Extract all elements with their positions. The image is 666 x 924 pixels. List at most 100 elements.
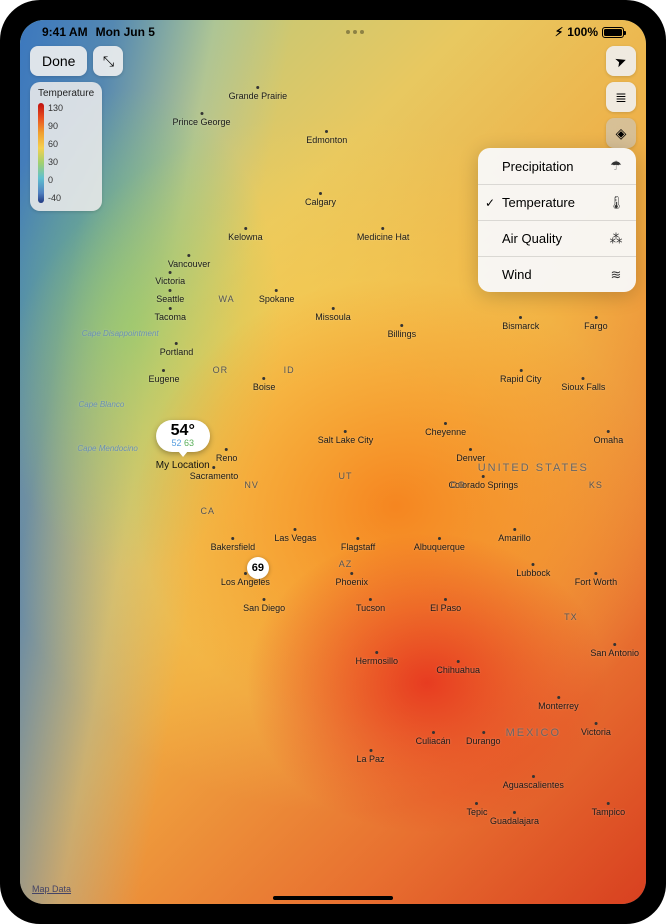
layer-option-wind[interactable]: Wind ≋ (478, 256, 636, 292)
city-label: Fort Worth (575, 577, 617, 587)
city-label: Bismarck (502, 321, 539, 331)
city-label: Phoenix (336, 577, 369, 587)
map-data-link[interactable]: Map Data (32, 884, 71, 894)
state-label: UT (339, 471, 353, 481)
city-label: Rapid City (500, 374, 542, 384)
map-layers-button[interactable]: ◈ (606, 118, 636, 148)
done-button[interactable]: Done (30, 46, 87, 76)
screen: 9:41 AM Mon Jun 5 ⚡︎ 100% Done ⤡ (20, 20, 646, 904)
city-label: Seattle (156, 294, 184, 304)
city-label: Tacoma (154, 312, 186, 322)
state-label: WA (218, 294, 234, 304)
multitask-dots[interactable] (155, 30, 555, 34)
status-bar: 9:41 AM Mon Jun 5 ⚡︎ 100% (20, 20, 646, 42)
city-label: La Paz (357, 754, 385, 764)
charging-icon: ⚡︎ (555, 25, 563, 39)
city-label: Guadalajara (490, 816, 539, 826)
list-icon: ≣ (615, 89, 627, 106)
status-date: Mon Jun 5 (96, 25, 155, 39)
city-label: Los Angeles (221, 577, 270, 587)
legend-tick: -40 (48, 193, 63, 203)
map-toolbar: Done ⤡ ➤ ≣ ◈ (30, 46, 636, 148)
city-label: Billings (388, 329, 417, 339)
pin-temperature: 69 (252, 562, 264, 574)
city-label: Sacramento (190, 471, 239, 481)
city-label: Durango (466, 736, 501, 746)
layer-label: Air Quality (502, 231, 608, 246)
layer-label: Temperature (502, 195, 608, 210)
battery-percent: 100% (567, 25, 598, 39)
checkmark-icon: ✓ (485, 196, 495, 210)
city-label: Portland (160, 347, 194, 357)
pin-hi-lo: 52 63 (166, 439, 200, 448)
layer-label: Precipitation (502, 159, 608, 174)
battery-icon (602, 27, 624, 38)
city-label: Calgary (305, 197, 336, 207)
locate-me-button[interactable]: ➤ (606, 46, 636, 76)
city-label: Culiacán (416, 736, 451, 746)
city-label: Eugene (148, 374, 179, 384)
city-label: San Diego (243, 603, 285, 613)
city-label: Tucson (356, 603, 385, 613)
city-label: Spokane (259, 294, 295, 304)
country-label: MEXICO (506, 727, 561, 739)
city-label: Tepic (466, 807, 487, 817)
layer-label: Wind (502, 267, 608, 282)
status-time: 9:41 AM (42, 25, 88, 39)
collapse-icon: ⤡ (103, 53, 114, 70)
city-label: Victoria (155, 276, 185, 286)
locations-list-button[interactable]: ≣ (606, 82, 636, 112)
city-label: Victoria (581, 727, 611, 737)
cape-label: Cape Disappointment (82, 329, 159, 338)
city-label: Cheyenne (425, 427, 466, 437)
wind-icon: ≋ (608, 267, 624, 283)
city-label: Lubbock (516, 568, 550, 578)
state-label: CO (450, 480, 466, 490)
country-label: UNITED STATES (478, 462, 589, 474)
city-label: El Paso (430, 603, 461, 613)
legend-tick: 0 (48, 175, 63, 185)
layer-option-precipitation[interactable]: Precipitation ☂ (478, 148, 636, 184)
map-layer-menu: Precipitation ☂ ✓ Temperature 🌡 Air Qual… (478, 148, 636, 292)
city-label: Vancouver (168, 259, 210, 269)
city-label: Missoula (315, 312, 351, 322)
collapse-button[interactable]: ⤡ (93, 46, 123, 76)
umbrella-icon: ☂ (608, 158, 624, 174)
pin-temperature: 54° (166, 423, 200, 439)
city-label: Kelowna (228, 232, 263, 242)
state-label: OR (213, 365, 229, 375)
state-label: TX (564, 612, 578, 622)
city-label: Bakersfield (211, 542, 256, 552)
city-label: Amarillo (498, 533, 531, 543)
cape-label: Cape Blanco (78, 400, 124, 409)
my-location-pin[interactable]: 54° 52 63 My Location (156, 420, 210, 471)
particles-icon: ⁂ (608, 231, 624, 247)
city-label: Monterrey (538, 701, 579, 711)
city-label: Tampico (592, 807, 626, 817)
state-label: ID (284, 365, 295, 375)
state-label: CA (201, 506, 216, 516)
city-label: Albuquerque (414, 542, 465, 552)
city-label: Hermosillo (356, 656, 399, 666)
city-label: Reno (216, 453, 238, 463)
location-arrow-icon: ➤ (613, 51, 630, 71)
ipad-frame: 9:41 AM Mon Jun 5 ⚡︎ 100% Done ⤡ (0, 0, 666, 924)
cape-label: Cape Mendocino (77, 444, 137, 453)
city-label: Fargo (584, 321, 608, 331)
home-indicator[interactable] (273, 896, 393, 900)
layer-option-temperature[interactable]: ✓ Temperature 🌡 (478, 184, 636, 220)
layer-option-air-quality[interactable]: Air Quality ⁂ (478, 220, 636, 256)
state-label: AZ (339, 559, 353, 569)
state-label: NV (244, 480, 259, 490)
city-label: Omaha (594, 435, 624, 445)
thermometer-icon: 🌡 (608, 195, 624, 211)
city-label: Aguascalientes (503, 780, 564, 790)
city-label: Medicine Hat (357, 232, 410, 242)
layers-icon: ◈ (616, 125, 627, 142)
saved-location-pin[interactable]: 69 (247, 557, 269, 579)
city-label: Sioux Falls (561, 382, 605, 392)
city-label: Las Vegas (274, 533, 316, 543)
state-label: KS (589, 480, 603, 490)
city-label: Boise (253, 382, 276, 392)
city-label: Flagstaff (341, 542, 375, 552)
